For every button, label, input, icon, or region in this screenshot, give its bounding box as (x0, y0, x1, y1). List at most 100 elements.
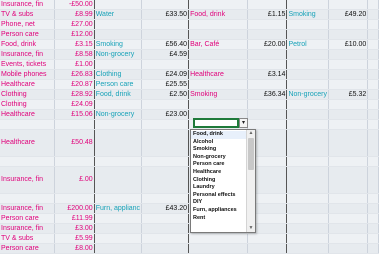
category-dropdown-list[interactable]: Food, drink Alcohol Smoking Non-grocery Pers… (190, 129, 256, 233)
table-cell[interactable] (247, 79, 288, 90)
table-cell[interactable] (367, 129, 379, 157)
table-cell[interactable]: £43.20 (141, 203, 190, 214)
table-cell[interactable]: £24.09 (54, 99, 95, 110)
table-cell[interactable] (328, 99, 369, 110)
dropdown-option[interactable]: Furn, appliances (191, 207, 247, 215)
table-cell[interactable] (367, 89, 379, 100)
table-cell[interactable]: £11.99 (54, 213, 95, 224)
table-cell[interactable] (94, 0, 143, 10)
table-cell[interactable] (367, 119, 379, 130)
table-cell[interactable]: £200.00 (54, 203, 95, 214)
table-cell[interactable] (328, 29, 369, 40)
table-cell[interactable]: £5.32 (328, 89, 369, 100)
table-cell[interactable] (367, 233, 379, 244)
table-cell[interactable] (367, 39, 379, 50)
table-cell[interactable]: £3.14 (247, 69, 288, 80)
table-cell[interactable] (286, 156, 329, 167)
table-cell[interactable]: £20.00 (247, 39, 288, 50)
dropdown-option[interactable]: Food, drink (191, 131, 247, 139)
table-cell[interactable] (286, 49, 329, 60)
table-cell[interactable] (328, 166, 369, 194)
table-cell[interactable] (188, 99, 249, 110)
table-cell[interactable] (141, 233, 190, 244)
scrollbar-thumb[interactable] (248, 138, 254, 170)
dropdown-option[interactable]: DIY (191, 199, 247, 207)
table-cell[interactable] (367, 223, 379, 234)
table-cell[interactable]: Food, drink (0, 39, 56, 50)
table-cell[interactable] (367, 203, 379, 214)
table-cell[interactable] (328, 223, 369, 234)
table-cell[interactable]: £15.06 (54, 109, 95, 120)
table-cell[interactable] (328, 119, 369, 130)
table-cell[interactable] (94, 193, 143, 204)
table-cell[interactable] (286, 19, 329, 30)
table-cell[interactable] (367, 213, 379, 224)
table-cell[interactable] (247, 243, 288, 254)
table-cell[interactable]: £.00 (54, 166, 95, 194)
table-cell[interactable] (247, 59, 288, 70)
table-cell[interactable] (367, 9, 379, 20)
dropdown-option[interactable]: Clothing (191, 177, 247, 185)
table-cell[interactable] (141, 156, 190, 167)
table-cell[interactable] (328, 156, 369, 167)
table-cell[interactable] (0, 193, 56, 204)
table-cell[interactable] (94, 99, 143, 110)
table-cell[interactable] (367, 243, 379, 254)
table-cell[interactable] (367, 166, 379, 194)
table-cell[interactable]: Phone, net (0, 19, 56, 30)
table-cell[interactable]: £8.58 (54, 49, 95, 60)
table-cell[interactable] (286, 243, 329, 254)
table-cell[interactable] (367, 49, 379, 60)
table-cell[interactable] (286, 203, 329, 214)
table-cell[interactable] (188, 0, 249, 10)
table-cell[interactable] (328, 203, 369, 214)
table-cell[interactable] (94, 119, 143, 130)
table-cell[interactable] (247, 99, 288, 110)
table-cell[interactable] (141, 19, 190, 30)
table-cell[interactable]: £4.59 (141, 49, 190, 60)
table-cell[interactable]: £1.00 (54, 59, 95, 70)
table-cell[interactable] (286, 119, 329, 130)
table-cell[interactable] (286, 193, 329, 204)
table-cell[interactable] (188, 243, 249, 254)
table-cell[interactable] (0, 156, 56, 167)
table-cell[interactable] (286, 59, 329, 70)
table-cell[interactable] (286, 99, 329, 110)
table-cell[interactable] (141, 223, 190, 234)
table-cell[interactable]: TV & subs (0, 233, 56, 244)
table-cell[interactable]: Clothing (0, 89, 56, 100)
table-cell[interactable]: Smoking (286, 9, 329, 20)
table-cell[interactable] (141, 213, 190, 224)
table-cell[interactable] (367, 69, 379, 80)
dropdown-option[interactable]: Healthcare (191, 169, 247, 177)
table-cell[interactable]: £1.15 (247, 9, 288, 20)
table-cell[interactable]: £3.00 (54, 223, 95, 234)
table-cell[interactable]: Healthcare (188, 69, 249, 80)
table-cell[interactable] (286, 223, 329, 234)
table-cell[interactable] (367, 19, 379, 30)
table-cell[interactable] (94, 19, 143, 30)
scroll-up-icon[interactable]: ▲ (247, 130, 255, 137)
table-cell[interactable] (286, 129, 329, 157)
table-cell[interactable]: £10.00 (328, 39, 369, 50)
table-cell[interactable]: Food, drink (188, 9, 249, 20)
table-cell[interactable] (247, 49, 288, 60)
table-cell[interactable]: Food, drink (94, 89, 143, 100)
table-cell[interactable] (286, 29, 329, 40)
table-cell[interactable]: £20.87 (54, 79, 95, 90)
table-cell[interactable]: £8.00 (54, 243, 95, 254)
table-cell[interactable] (367, 29, 379, 40)
table-cell[interactable] (328, 213, 369, 224)
active-cell-editor[interactable] (193, 118, 239, 128)
table-cell[interactable]: Insurance, fin (0, 49, 56, 60)
table-cell[interactable] (367, 109, 379, 120)
table-cell[interactable]: Person care (0, 243, 56, 254)
table-cell[interactable] (141, 59, 190, 70)
table-cell[interactable]: TV & subs (0, 9, 56, 20)
table-cell[interactable] (328, 0, 369, 10)
table-cell[interactable]: Smoking (94, 39, 143, 50)
table-cell[interactable]: £3.15 (54, 39, 95, 50)
table-cell[interactable] (94, 166, 143, 194)
table-cell[interactable] (54, 119, 95, 130)
table-cell[interactable] (286, 79, 329, 90)
